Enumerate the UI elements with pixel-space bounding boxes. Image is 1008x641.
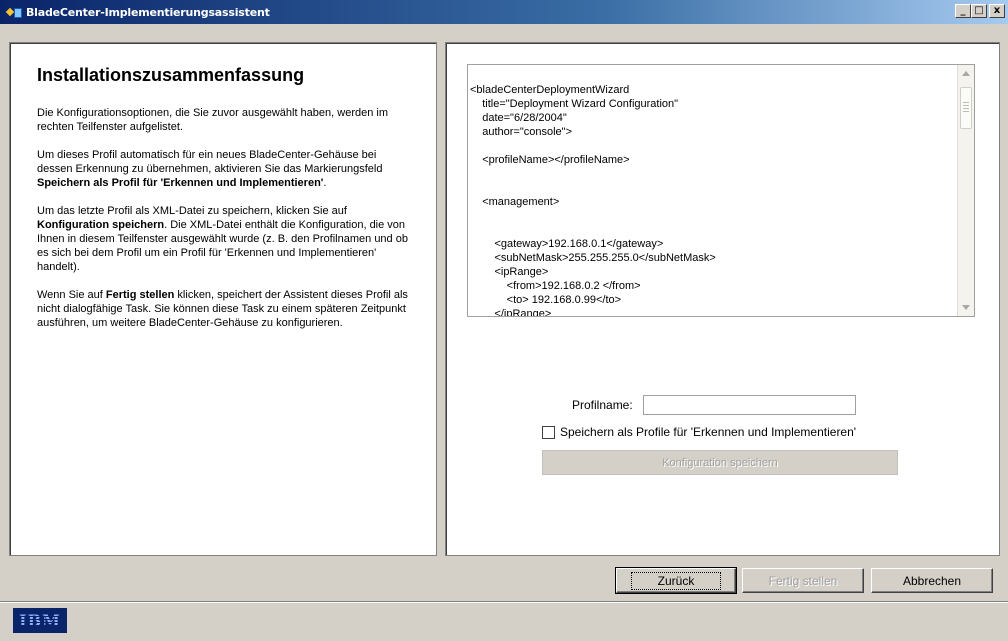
xml-line: <to> 192.168.0.99</to> <box>470 294 622 306</box>
xml-line <box>470 181 950 195</box>
instructions-panel: Installationszusammenfassung Die Konfigu… <box>9 42 437 556</box>
save-configuration-label: Konfiguration speichern <box>662 456 778 469</box>
cancel-button[interactable]: Abbrechen <box>871 568 993 593</box>
instructions-paragraph-1: Die Konfigurationsoptionen, die Sie zuvo… <box>37 107 388 133</box>
panel-divider[interactable] <box>438 42 444 556</box>
save-configuration-button[interactable]: Konfiguration speichern <box>542 450 898 475</box>
ibm-logo: IBM <box>13 608 67 633</box>
xml-line: </ipRange> <box>470 308 552 317</box>
xml-line: <gateway>192.168.0.1</gateway> <box>470 238 664 250</box>
scroll-thumb[interactable] <box>960 87 972 129</box>
p4-bold: Fertig stellen <box>105 289 175 301</box>
page-heading: Installationszusammenfassung <box>37 65 305 85</box>
xml-line: author="console"> <box>470 126 572 138</box>
xml-line: <from>192.168.0.2 </from> <box>470 280 641 292</box>
minimize-button[interactable]: _ <box>955 4 971 18</box>
window-title: BladeCenter-Implementierungsassistent <box>26 5 270 19</box>
p3-bold: Konfiguration speichern <box>37 219 165 231</box>
p4-text: Wenn Sie auf <box>37 289 106 301</box>
finish-button[interactable]: Fertig stellen <box>742 568 864 593</box>
xml-line: <bladeCenterDeploymentWizard <box>470 84 630 96</box>
xml-line <box>470 139 950 153</box>
instructions-paragraph-4: Wenn Sie auf Fertig stellen klicken, spe… <box>37 288 409 330</box>
xml-line: title="Deployment Wizard Configuration" <box>470 98 679 110</box>
p2-end: . <box>323 177 327 189</box>
scroll-up-arrow-icon[interactable] <box>962 71 970 76</box>
xml-text: <bladeCenterDeploymentWizard title="Depl… <box>470 83 950 317</box>
maximize-button[interactable]: □ <box>971 4 987 18</box>
xml-line: <management> <box>470 196 560 208</box>
instructions-paragraph-3: Um das letzte Profil als XML-Datei zu sp… <box>37 204 409 274</box>
profile-name-label: Profilname: <box>572 398 633 412</box>
xml-line: date="6/28/2004" <box>470 112 567 124</box>
vertical-scrollbar[interactable] <box>957 65 974 316</box>
ibm-logo-text: IBM <box>19 611 61 630</box>
footer-bar <box>0 603 1008 641</box>
xml-line: <profileName></profileName> <box>470 154 630 166</box>
xml-line: <subNetMask>255.255.255.0</subNetMask> <box>470 252 716 264</box>
xml-line: <ipRange> <box>470 266 549 278</box>
p2-text: Um dieses Profil automatisch für ein neu… <box>37 149 383 175</box>
wizard-app-icon <box>6 4 22 20</box>
save-as-profile-label[interactable]: Speichern als Profile für 'Erkennen und … <box>560 425 856 439</box>
p3-text: Um das letzte Profil als XML-Datei zu sp… <box>37 205 347 217</box>
profile-name-input[interactable] <box>642 395 856 415</box>
profile-name-row: Profilname: <box>572 395 856 415</box>
xml-line <box>470 167 950 181</box>
back-button-label: Zurück <box>630 571 722 590</box>
title-bar: BladeCenter-Implementierungsassistent _ … <box>0 0 1008 24</box>
xml-line <box>470 223 950 237</box>
close-button[interactable]: x <box>989 4 1005 18</box>
save-profile-checkbox-row[interactable]: Speichern als Profile für 'Erkennen und … <box>542 425 856 439</box>
p2-bold: Speichern als Profil für 'Erkennen und I… <box>37 177 324 189</box>
xml-line <box>470 209 950 223</box>
save-as-profile-checkbox[interactable] <box>542 425 555 439</box>
summary-panel: <bladeCenterDeploymentWizard title="Depl… <box>445 42 1000 556</box>
instructions-paragraph-2: Um dieses Profil automatisch für ein neu… <box>37 148 409 190</box>
window-controls: _ □ x <box>955 4 1005 18</box>
xml-preview-area[interactable]: <bladeCenterDeploymentWizard title="Depl… <box>467 64 975 317</box>
scroll-down-arrow-icon[interactable] <box>962 305 970 310</box>
back-button[interactable]: Zurück <box>615 567 737 594</box>
